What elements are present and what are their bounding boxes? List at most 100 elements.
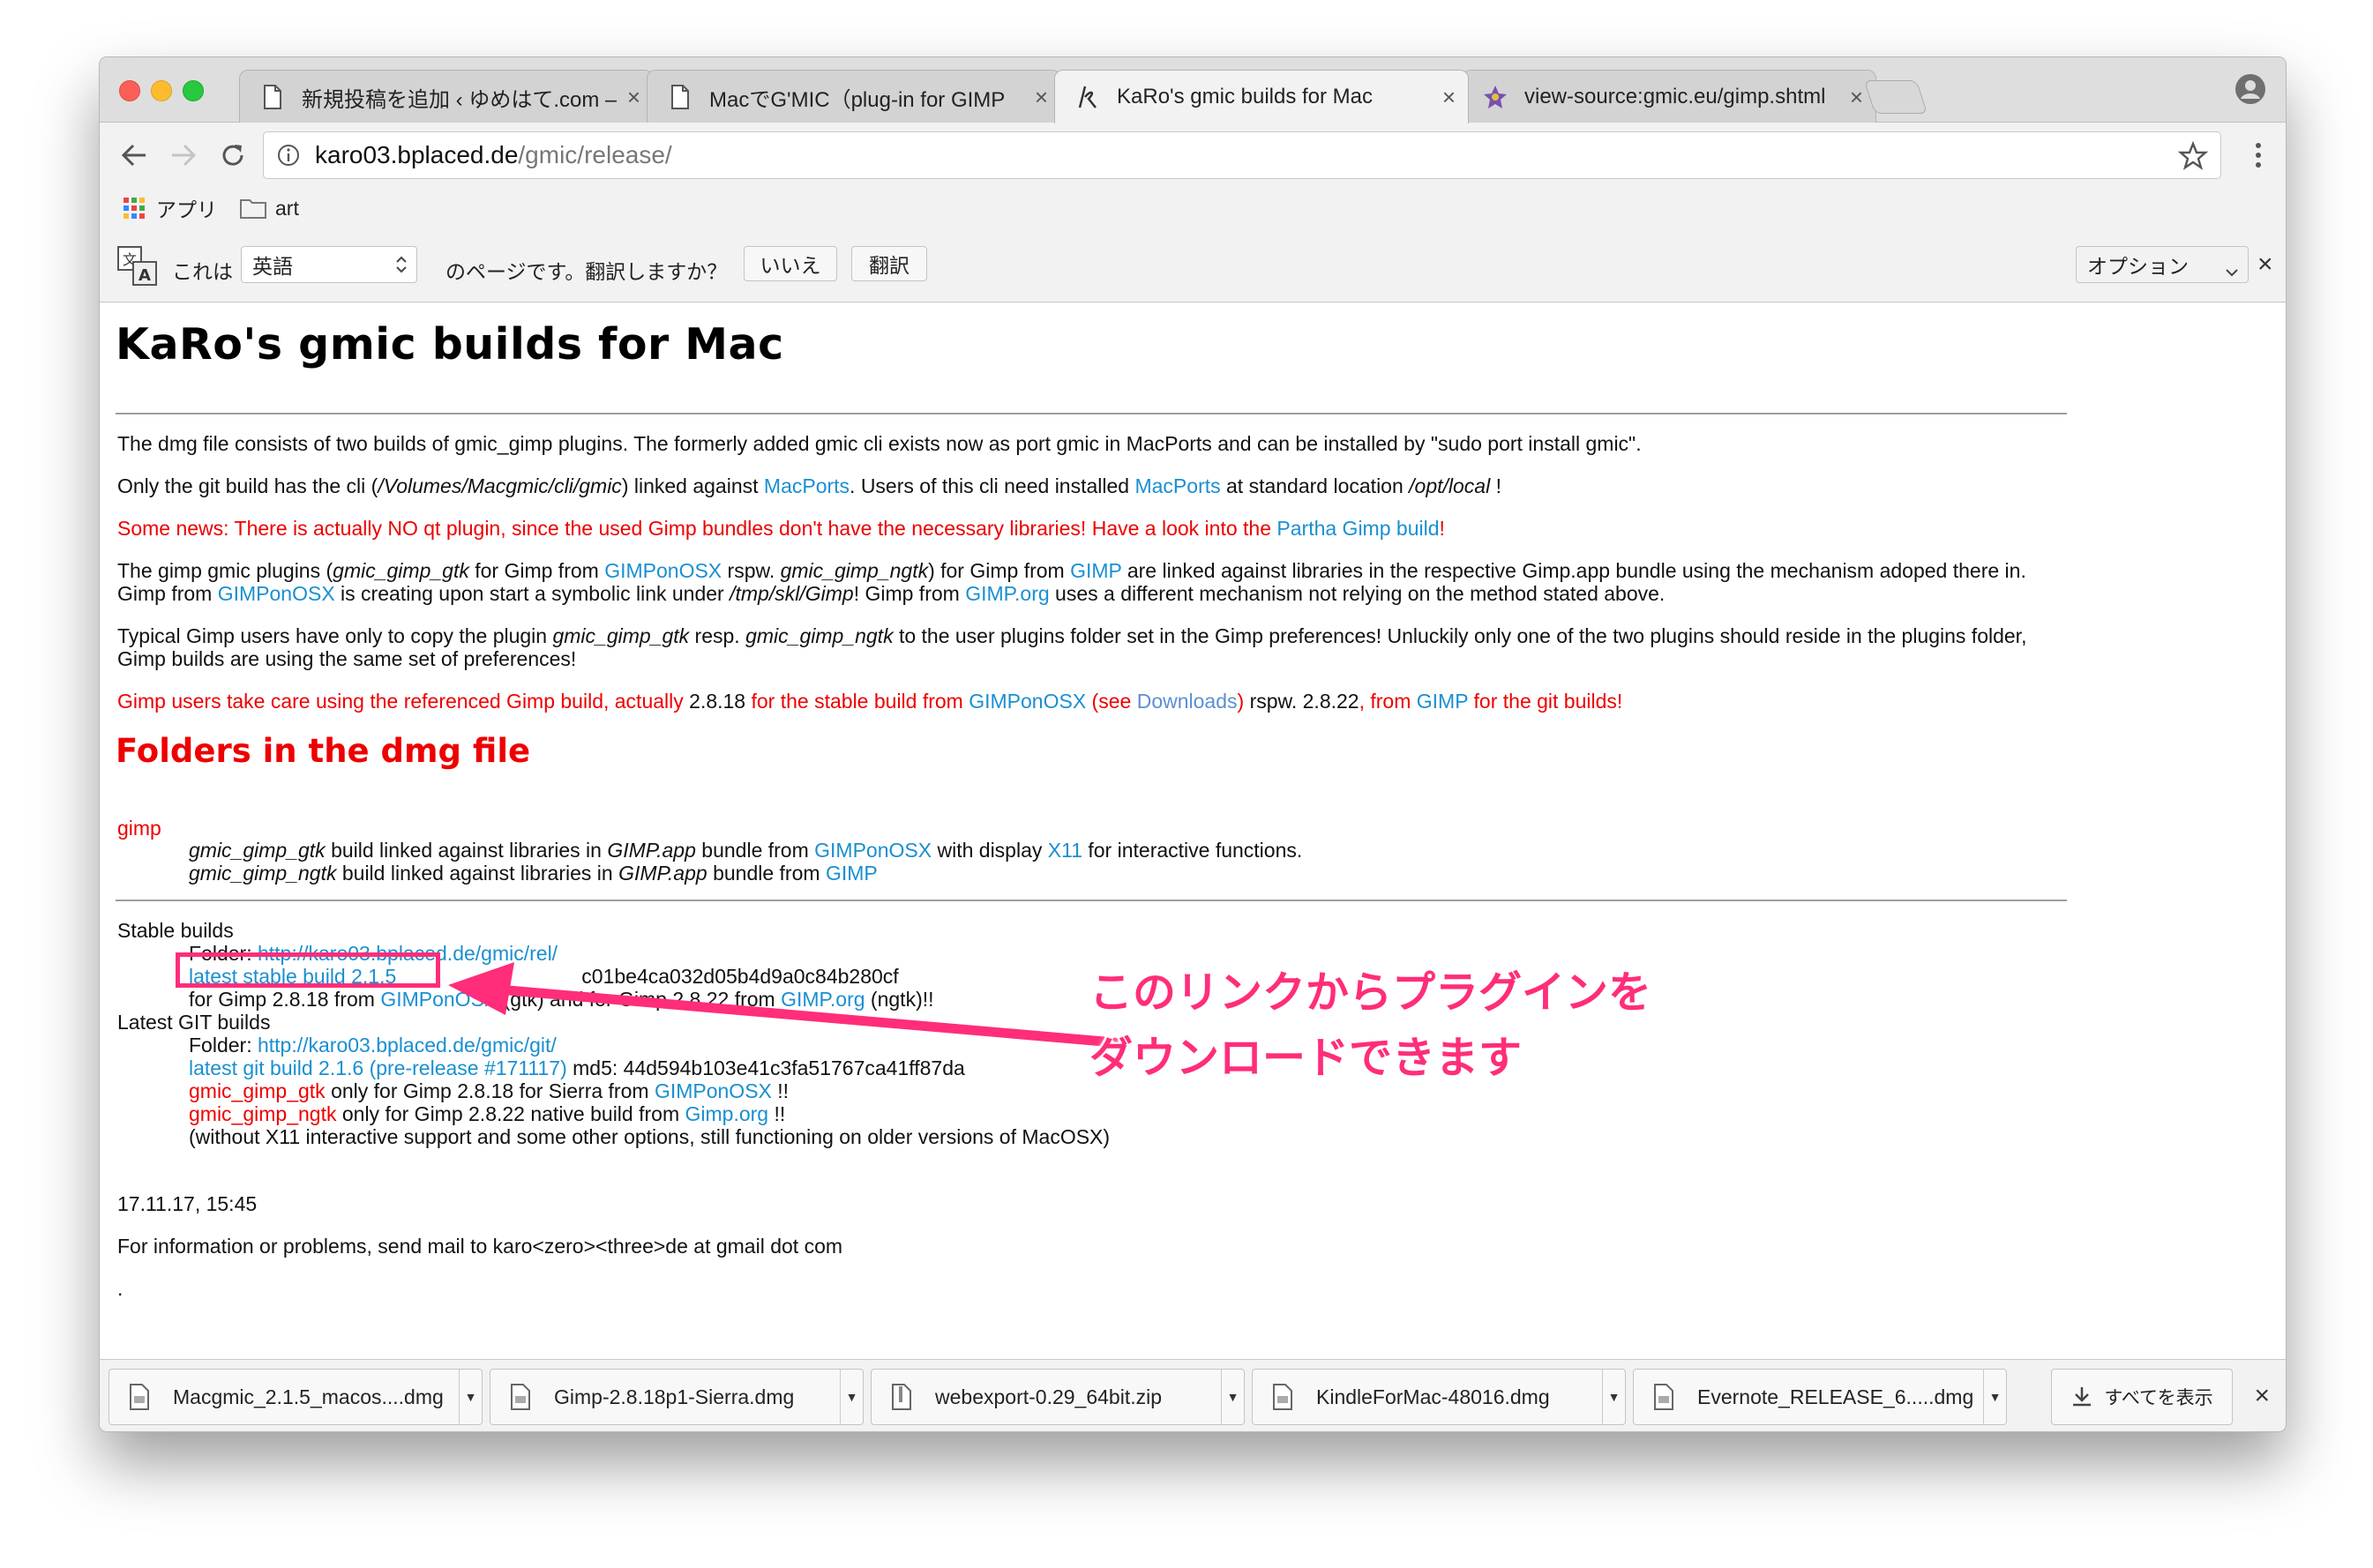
download-item[interactable]: Gimp-2.8.18p1-Sierra.dmg ▼ bbox=[490, 1369, 864, 1425]
address-bar[interactable]: karo03.bplaced.de/gmic/release/ bbox=[263, 131, 2221, 179]
language-value: 英語 bbox=[252, 255, 293, 278]
page-content: KaRo's gmic builds for Mac The dmg file … bbox=[100, 303, 2286, 1359]
back-button[interactable] bbox=[114, 135, 154, 175]
show-all-label: すべてを表示 bbox=[2104, 1388, 2213, 1408]
show-all-downloads-button[interactable]: すべてを表示 bbox=[2051, 1369, 2233, 1425]
download-menu-caret-icon[interactable]: ▼ bbox=[1983, 1370, 2006, 1424]
tab-3[interactable]: KaRo's gmic builds for Mac × bbox=[1054, 70, 1469, 123]
info-icon[interactable] bbox=[276, 143, 301, 168]
forward-button[interactable] bbox=[163, 135, 204, 175]
menu-button[interactable] bbox=[2252, 135, 2264, 175]
download-menu-caret-icon[interactable]: ▼ bbox=[840, 1370, 863, 1424]
git-build-line: latest git build 2.1.6 (pre-release #171… bbox=[189, 1057, 965, 1079]
options-label: オプション bbox=[2087, 255, 2189, 278]
file-icon bbox=[1272, 1384, 1293, 1410]
file-icon bbox=[129, 1384, 150, 1410]
git-gtk-line: gmic_gimp_gtk only for Gimp 2.8.18 for S… bbox=[189, 1079, 790, 1102]
tab-title: view-source:gmic.eu/gimp.shtml bbox=[1524, 85, 1826, 108]
close-window-button[interactable] bbox=[119, 80, 140, 101]
language-select[interactable]: 英語 bbox=[241, 246, 417, 283]
translate-button[interactable]: 翻訳 bbox=[851, 246, 927, 281]
folder-icon[interactable] bbox=[240, 198, 266, 219]
tab-2[interactable]: MacでG'MIC（plug-in for GIMP × bbox=[647, 70, 1061, 123]
bookmark-folder-art[interactable]: art bbox=[275, 197, 299, 220]
download-filename: Macgmic_2.1.5_macos....dmg bbox=[173, 1385, 444, 1408]
download-shelf-close-icon[interactable]: × bbox=[2254, 1381, 2270, 1411]
intro-paragraph: The dmg file consists of two builds of g… bbox=[117, 432, 1642, 455]
gimponosx-link[interactable]: GIMPonOSX bbox=[655, 1079, 772, 1102]
bookmark-star-icon[interactable] bbox=[2177, 140, 2209, 171]
gimp-org-link[interactable]: GIMP.org bbox=[965, 582, 1049, 605]
page-icon bbox=[667, 84, 693, 110]
download-item[interactable]: webexport-0.29_64bit.zip ▼ bbox=[871, 1369, 1245, 1425]
tab-close-icon[interactable]: × bbox=[1850, 84, 1863, 111]
gimp-link[interactable]: GIMP bbox=[1417, 690, 1468, 713]
ngtk-description: gmic_gimp_ngtk build linked against libr… bbox=[189, 862, 878, 885]
tab-4[interactable]: view-source:gmic.eu/gimp.shtml × bbox=[1462, 70, 1876, 123]
options-select[interactable]: オプション bbox=[2076, 246, 2249, 283]
url-host: karo03.bplaced.de bbox=[315, 141, 519, 168]
page-icon bbox=[259, 84, 286, 110]
file-icon bbox=[1653, 1384, 1674, 1410]
url-path: /gmic/release/ bbox=[518, 141, 672, 168]
gmic-gimp-gtk-link[interactable]: gmic_gimp_gtk bbox=[189, 1079, 326, 1102]
apps-grid-icon[interactable] bbox=[123, 197, 146, 220]
download-icon bbox=[2070, 1385, 2093, 1408]
gimponosx-link[interactable]: GIMPonOSX bbox=[218, 582, 335, 605]
tab-1[interactable]: 新規投稿を追加 ‹ ゆめはて.com — × bbox=[239, 70, 654, 123]
translate-no-button[interactable]: いいえ bbox=[744, 246, 837, 281]
zip-file-icon bbox=[891, 1384, 912, 1410]
reload-button[interactable] bbox=[213, 135, 253, 175]
download-menu-caret-icon[interactable]: ▼ bbox=[459, 1370, 482, 1424]
macports-link[interactable]: MacPorts bbox=[1134, 474, 1220, 497]
folders-heading: Folders in the dmg file bbox=[116, 732, 531, 770]
gimponosx-link[interactable]: GIMPonOSX bbox=[380, 988, 498, 1011]
tab-title: MacでG'MIC（plug-in for GIMP bbox=[709, 87, 1006, 112]
git-folder-link[interactable]: http://karo03.bplaced.de/gmic/git/ bbox=[258, 1034, 557, 1057]
care-paragraph: Gimp users take care using the reference… bbox=[117, 690, 1623, 713]
gimp-org-link[interactable]: Gimp.org bbox=[685, 1102, 769, 1125]
tab-close-icon[interactable]: × bbox=[1442, 84, 1456, 111]
tab-title: 新規投稿を追加 ‹ ゆめはて.com — bbox=[302, 87, 617, 112]
gimp-org-link[interactable]: GIMP.org bbox=[781, 988, 865, 1011]
gimp-link[interactable]: GIMP bbox=[826, 862, 878, 885]
bookmarks-bar: アプリ art bbox=[100, 188, 2286, 228]
gimponosx-link[interactable]: GIMPonOSX bbox=[604, 559, 722, 582]
latest-git-build-link[interactable]: latest git build 2.1.6 (pre-release #171… bbox=[189, 1057, 567, 1079]
minimize-window-button[interactable] bbox=[151, 80, 172, 101]
tab-title: KaRo's gmic builds for Mac bbox=[1117, 85, 1374, 108]
annotation-callout: このリンクからプラグインを ダウンロードできます bbox=[1089, 960, 1689, 1091]
new-tab-button[interactable] bbox=[1863, 80, 1928, 114]
browser-window: 新規投稿を追加 ‹ ゆめはて.com — × MacでG'MIC（plug-in… bbox=[99, 56, 2287, 1432]
gmic-gimp-ngtk-link[interactable]: gmic_gimp_ngtk bbox=[189, 1102, 336, 1125]
translate-prefix: これは bbox=[172, 260, 233, 283]
zoom-window-button[interactable] bbox=[183, 80, 204, 101]
downloads-link[interactable]: Downloads bbox=[1137, 690, 1238, 713]
gimp-link[interactable]: GIMP bbox=[1070, 559, 1121, 582]
download-filename: Evernote_RELEASE_6.....dmg bbox=[1697, 1385, 1974, 1408]
divider bbox=[116, 900, 2067, 901]
tab-close-icon[interactable]: × bbox=[627, 84, 640, 111]
file-icon bbox=[510, 1384, 531, 1410]
gimponosx-link[interactable]: GIMPonOSX bbox=[969, 690, 1086, 713]
chevron-down-icon bbox=[2225, 259, 2239, 277]
typical-users-line1: Typical Gimp users have only to copy the… bbox=[117, 624, 2027, 647]
gimp-folder-label: gimp bbox=[117, 817, 161, 840]
download-menu-caret-icon[interactable]: ▼ bbox=[1602, 1370, 1625, 1424]
annotation-line-2: ダウンロードできます bbox=[1089, 1033, 1523, 1083]
download-item[interactable]: Macgmic_2.1.5_macos....dmg ▼ bbox=[109, 1369, 483, 1425]
profile-icon[interactable] bbox=[2235, 73, 2266, 105]
download-item[interactable]: Evernote_RELEASE_6.....dmg ▼ bbox=[1633, 1369, 2007, 1425]
download-menu-caret-icon[interactable]: ▼ bbox=[1221, 1370, 1244, 1424]
download-item[interactable]: KindleForMac-48016.dmg ▼ bbox=[1252, 1369, 1626, 1425]
translate-bar: 文A これは 英語 のページです。翻訳しますか？ いいえ 翻訳 オプション × bbox=[100, 230, 2286, 302]
x11-link[interactable]: X11 bbox=[1048, 839, 1082, 862]
macports-link[interactable]: MacPorts bbox=[764, 474, 850, 497]
gimponosx-link[interactable]: GIMPonOSX bbox=[814, 839, 932, 862]
download-filename: KindleForMac-48016.dmg bbox=[1316, 1385, 1550, 1408]
bookmark-apps[interactable]: アプリ bbox=[156, 193, 217, 223]
partha-gimp-link[interactable]: Partha Gimp build bbox=[1276, 517, 1439, 540]
translate-close-icon[interactable]: × bbox=[2257, 250, 2273, 280]
tab-close-icon[interactable]: × bbox=[1035, 84, 1048, 111]
news-paragraph: Some news: There is actually NO qt plugi… bbox=[117, 517, 1445, 540]
